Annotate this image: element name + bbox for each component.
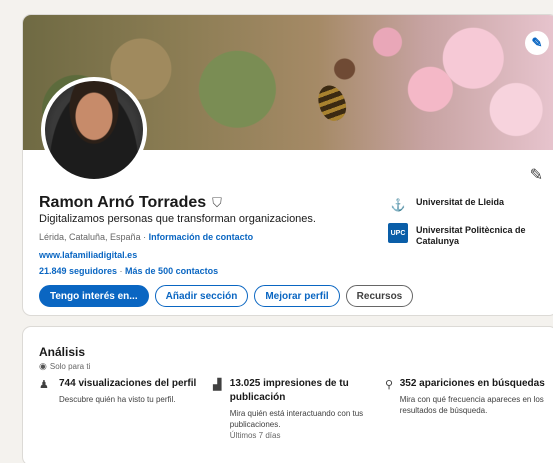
location-text: Lérida, Cataluña, España [39, 232, 141, 242]
connections-link[interactable]: Más de 500 contactos [125, 266, 218, 276]
education-item[interactable]: ⚓ Universitat de Lleida [388, 195, 553, 215]
search-icon: ⚲ [385, 379, 394, 391]
edit-banner-button[interactable]: ✎ [525, 31, 549, 55]
name-row: Ramon Arnó Torrades ⛉ [39, 194, 222, 212]
analytics-subtitle-row: ◉ Solo para ti [39, 361, 90, 372]
metric-title: 13.025 impresiones de tu publicación [229, 378, 349, 403]
enhance-profile-button[interactable]: Mejorar perfil [254, 285, 340, 307]
add-section-button[interactable]: Añadir sección [154, 285, 249, 307]
followers-link[interactable]: 21.849 seguidores [39, 266, 117, 276]
bar-chart-icon: ▟ [213, 379, 222, 391]
analytics-title: Análisis [39, 345, 86, 359]
resources-button[interactable]: Recursos [345, 285, 414, 307]
network-row: 21.849 seguidores · Más de 500 contactos [39, 266, 218, 276]
profile-card: ✎ ✎ Ramon Arnó Torrades ⛉ Digitalizamos … [22, 14, 553, 316]
website-link[interactable]: www.lafamiliadigital.es [39, 250, 137, 260]
profile-actions: Tengo interés en... Añadir sección Mejor… [39, 285, 414, 307]
education-item[interactable]: UPC Universitat Politècnica de Catalunya [388, 223, 553, 247]
analytics-subtitle: Solo para ti [49, 362, 91, 371]
profile-headline: Digitalizamos personas que transforman o… [39, 213, 316, 225]
metric-search-appearances[interactable]: ⚲ 352 apariciones en búsquedas Mira con … [385, 377, 545, 416]
metric-title: 744 visualizaciones del perfil [59, 378, 197, 389]
upc-logo-icon: UPC [388, 223, 408, 243]
edit-profile-button[interactable]: ✎ [530, 165, 543, 185]
metric-description: Mira con qué frecuencia apareces en los … [399, 395, 544, 415]
metric-description: Descubre quién ha visto tu perfil. [59, 395, 176, 404]
contact-info-link[interactable]: Información de contacto [149, 232, 254, 242]
people-icon: ♟ [39, 379, 49, 391]
profile-avatar[interactable] [41, 77, 147, 183]
shield-check-icon[interactable]: ⛉ [212, 195, 222, 211]
education-list: ⚓ Universitat de Lleida UPC Universitat … [388, 195, 553, 255]
open-to-button[interactable]: Tengo interés en... [39, 285, 149, 307]
profile-name: Ramon Arnó Torrades [39, 194, 207, 211]
metric-period-note: Últimos 7 días [229, 431, 281, 440]
metric-post-impressions[interactable]: ▟ 13.025 impresiones de tu publicación M… [213, 377, 373, 441]
analytics-card: Análisis ◉ Solo para ti ♟ 744 visualizac… [22, 326, 553, 463]
eye-icon: ◉ [39, 361, 47, 371]
bee-illustration [313, 81, 351, 125]
location-row: Lérida, Cataluña, España · Información d… [39, 232, 253, 242]
education-name: Universitat Politècnica de Catalunya [416, 225, 526, 246]
metric-description: Mira quién está interactuando con tus pu… [229, 409, 364, 429]
metric-title: 352 apariciones en búsquedas [399, 378, 545, 389]
metric-profile-views[interactable]: ♟ 744 visualizaciones del perfil Descubr… [39, 377, 199, 405]
pencil-icon: ✎ [531, 35, 543, 50]
lleida-logo-icon: ⚓ [390, 198, 406, 212]
education-name: Universitat de Lleida [416, 197, 505, 207]
pencil-icon: ✎ [529, 167, 543, 184]
network-separator: · [117, 266, 126, 276]
location-separator: · [140, 232, 149, 242]
